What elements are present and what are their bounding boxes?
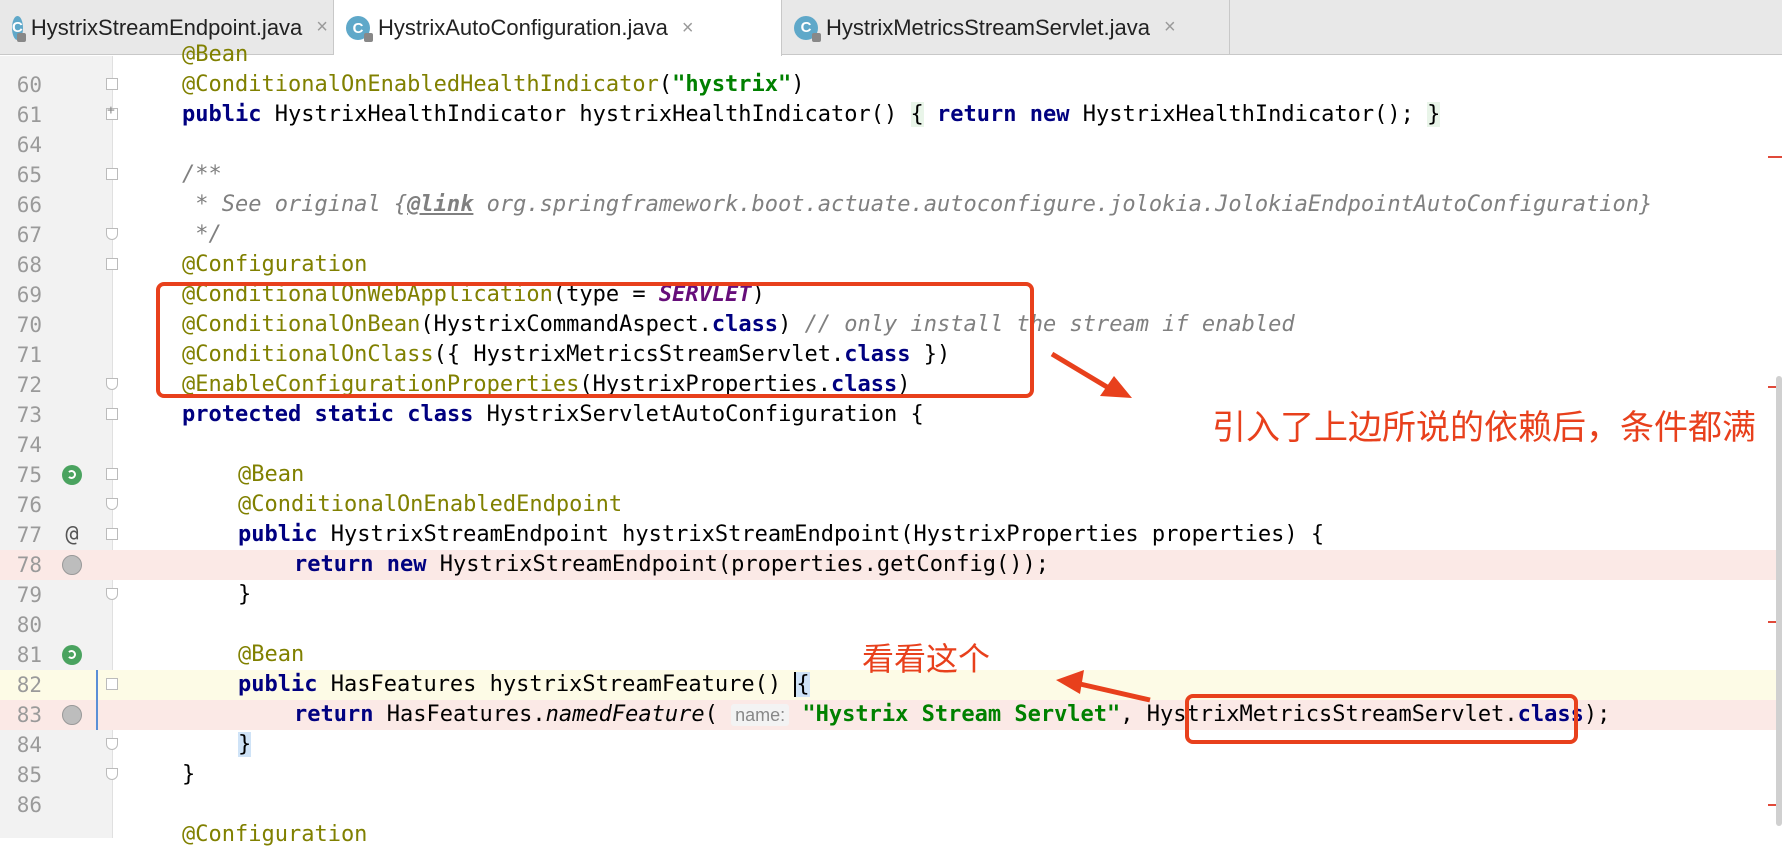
arrow-head (1056, 670, 1084, 694)
annotation-note-conditions: 引入了上边所说的依赖后，条件都满 (1212, 408, 1756, 448)
arrow-line (1079, 681, 1151, 703)
annotation-note-look: 看看这个 (862, 640, 991, 678)
arrow-line (1050, 351, 1114, 393)
